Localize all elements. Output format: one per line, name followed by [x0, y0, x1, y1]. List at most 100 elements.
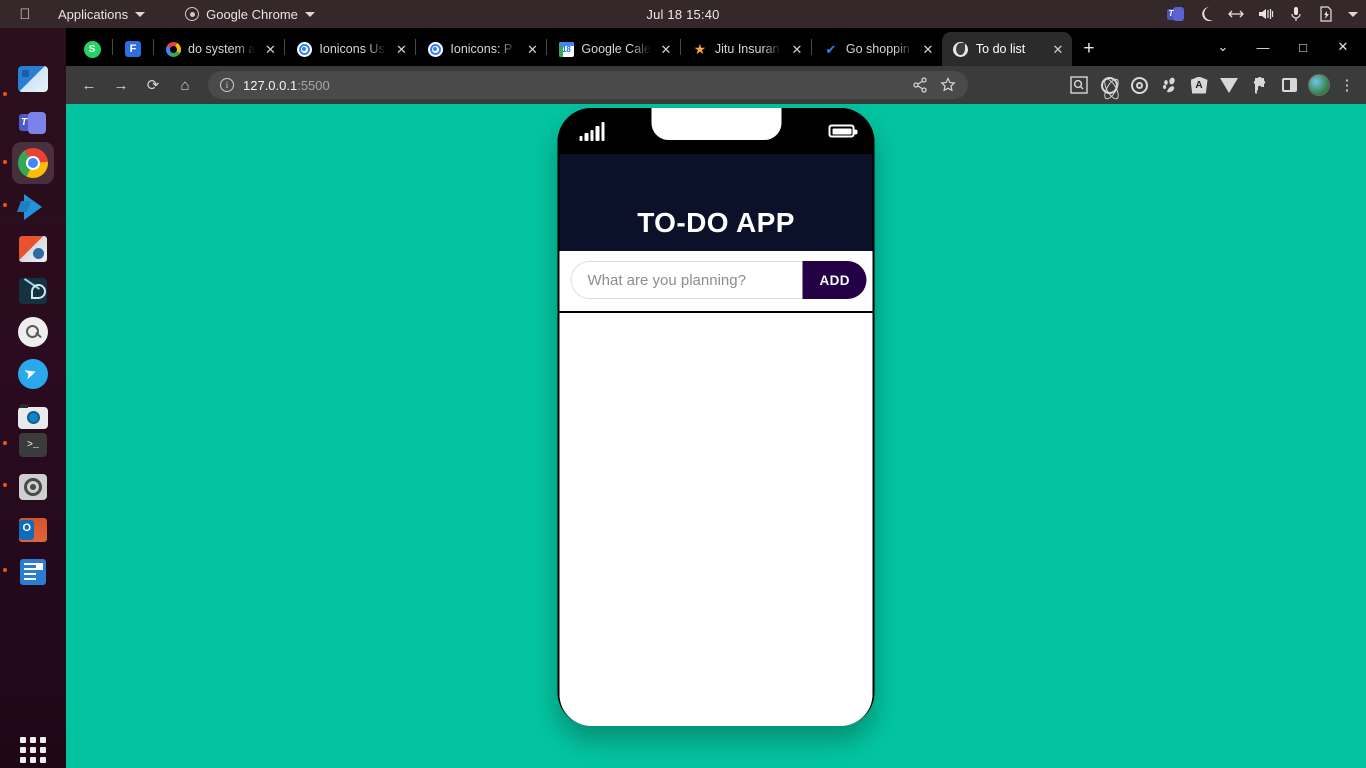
tab-title: Jitu Insuran [714, 42, 780, 56]
tab-title: To do list [975, 42, 1026, 56]
extension-icons: A ⋮ [1066, 72, 1358, 98]
tab-ionicons-usage[interactable]: Ionicons Us ✕ [285, 32, 415, 66]
address-bar[interactable]: i 127.0.0.1:5500 [208, 71, 968, 99]
tab-jitu-insurance[interactable]: ★ Jitu Insuran ✕ [681, 32, 811, 66]
target-icon[interactable] [1126, 72, 1152, 98]
volume-icon[interactable] [1258, 6, 1274, 22]
phone-notch [651, 108, 781, 140]
dock-item-design[interactable] [17, 275, 49, 307]
star-icon: ★ [693, 41, 707, 57]
battery-icon [828, 124, 858, 138]
tab-go-shopping[interactable]: ✔ Go shoppin ✕ [812, 32, 942, 66]
dock-item-search[interactable] [17, 316, 49, 348]
dock-item-settings[interactable] [17, 471, 49, 503]
tab-search-button[interactable]: ⌄ [1204, 28, 1242, 66]
dock-item-telegram[interactable] [17, 358, 49, 390]
browser-toolbar: ← → ⟳ ⌂ i 127.0.0.1:5500 A ⋮ [66, 66, 1366, 104]
todo-input-row: ADD [559, 251, 873, 313]
network-icon[interactable] [1228, 6, 1244, 22]
powerpoint-icon [19, 236, 47, 262]
tab-title: Ionicons: P [450, 42, 513, 56]
search-page-icon[interactable] [1066, 72, 1092, 98]
running-indicator [3, 568, 7, 572]
home-button[interactable]: ⌂ [170, 70, 200, 100]
side-panel-icon[interactable] [1276, 72, 1302, 98]
files-icon [18, 66, 48, 92]
page-viewport: TO-DO APP ADD [66, 104, 1366, 768]
site-info-icon[interactable]: i [220, 78, 234, 92]
profile-avatar[interactable] [1306, 72, 1332, 98]
tab-to-do-list[interactable]: To do list ✕ [941, 32, 1072, 66]
page-title: TO-DO APP [637, 207, 795, 238]
tab-google-calendar[interactable]: 18 Google Cale ✕ [547, 32, 680, 66]
angular-icon[interactable]: A [1186, 72, 1212, 98]
dock-item-outlook[interactable] [17, 514, 49, 546]
tab-strip: S F do system a ✕ Ionicons Us ✕ Ionicons… [66, 28, 1366, 66]
google-calendar-icon: 18 [558, 41, 574, 57]
close-icon[interactable]: ✕ [1050, 43, 1066, 56]
desktop-top-bar:  Applications Google Chrome Jul 18 15:4… [0, 0, 1366, 28]
tab-ionicons-premium[interactable]: Ionicons: P ✕ [416, 32, 546, 66]
minimize-button[interactable]: — [1244, 28, 1282, 66]
reload-button[interactable]: ⟳ [138, 70, 168, 100]
outlook-icon [19, 518, 47, 542]
ubuntu-dock: T >_ [0, 28, 66, 768]
pinned-tab-figma[interactable]: F [113, 32, 153, 66]
forward-button[interactable]: → [106, 70, 136, 100]
running-indicator [3, 160, 7, 164]
document-icon [20, 559, 46, 585]
clock[interactable]: Jul 18 15:40 [0, 7, 1366, 22]
close-icon[interactable]: ✕ [658, 43, 674, 56]
night-mode-icon[interactable] [1198, 6, 1214, 22]
system-tray: T [1167, 0, 1358, 28]
show-applications-button[interactable] [17, 734, 49, 766]
chrome-icon [18, 148, 48, 178]
close-icon[interactable]: ✕ [262, 43, 278, 56]
dock-item-chrome[interactable] [12, 142, 54, 184]
bookmark-star-icon[interactable] [940, 77, 956, 93]
running-indicator [3, 92, 7, 96]
phone-mockup: TO-DO APP ADD [557, 108, 875, 726]
tab-do-system[interactable]: do system a ✕ [154, 32, 284, 66]
add-button[interactable]: ADD [802, 261, 867, 299]
dock-item-terminal[interactable]: >_ [17, 429, 49, 461]
dock-item-word[interactable] [17, 556, 49, 588]
dock-item-files[interactable] [17, 63, 49, 95]
terminal-icon: >_ [19, 433, 47, 457]
back-button[interactable]: ← [74, 70, 104, 100]
disc-icon [19, 474, 47, 500]
share-icon[interactable] [912, 77, 928, 93]
chrome-menu-button[interactable]: ⋮ [1336, 72, 1358, 98]
dock-item-vscode[interactable] [16, 191, 49, 223]
new-tab-button[interactable]: + [1072, 32, 1106, 66]
running-indicator [3, 441, 7, 445]
vue-icon[interactable] [1216, 72, 1242, 98]
close-icon[interactable]: ✕ [789, 43, 805, 56]
phone-screen: TO-DO APP ADD [559, 154, 873, 726]
power-icon[interactable] [1318, 6, 1334, 22]
close-window-button[interactable]: ✕ [1324, 28, 1362, 66]
whatsapp-icon: S [83, 40, 101, 58]
react-devtools-icon[interactable] [1096, 72, 1122, 98]
gnome-icon[interactable] [1156, 72, 1182, 98]
close-icon[interactable]: ✕ [393, 43, 409, 56]
camera-icon [18, 404, 48, 429]
dock-item-powerpoint[interactable] [17, 233, 49, 265]
tab-title: do system a [188, 42, 256, 56]
puzzle-extensions-icon[interactable] [1246, 72, 1272, 98]
teams-tray-icon[interactable]: T [1167, 6, 1184, 22]
app-grid-icon [20, 737, 46, 763]
app-header: TO-DO APP [559, 154, 873, 251]
figma-icon: F [125, 41, 141, 57]
maximize-button[interactable]: □ [1284, 28, 1322, 66]
todo-input[interactable] [570, 261, 803, 299]
pinned-tab-whatsapp[interactable]: S [72, 32, 112, 66]
search-icon [18, 317, 48, 347]
close-icon[interactable]: ✕ [920, 43, 936, 56]
microphone-icon[interactable] [1288, 6, 1304, 22]
dock-item-teams[interactable]: T [17, 108, 49, 140]
url-text: 127.0.0.1:5500 [243, 78, 330, 93]
system-menu-caret-icon[interactable] [1348, 11, 1358, 17]
close-icon[interactable]: ✕ [524, 43, 540, 56]
pen-tool-icon [19, 278, 47, 304]
